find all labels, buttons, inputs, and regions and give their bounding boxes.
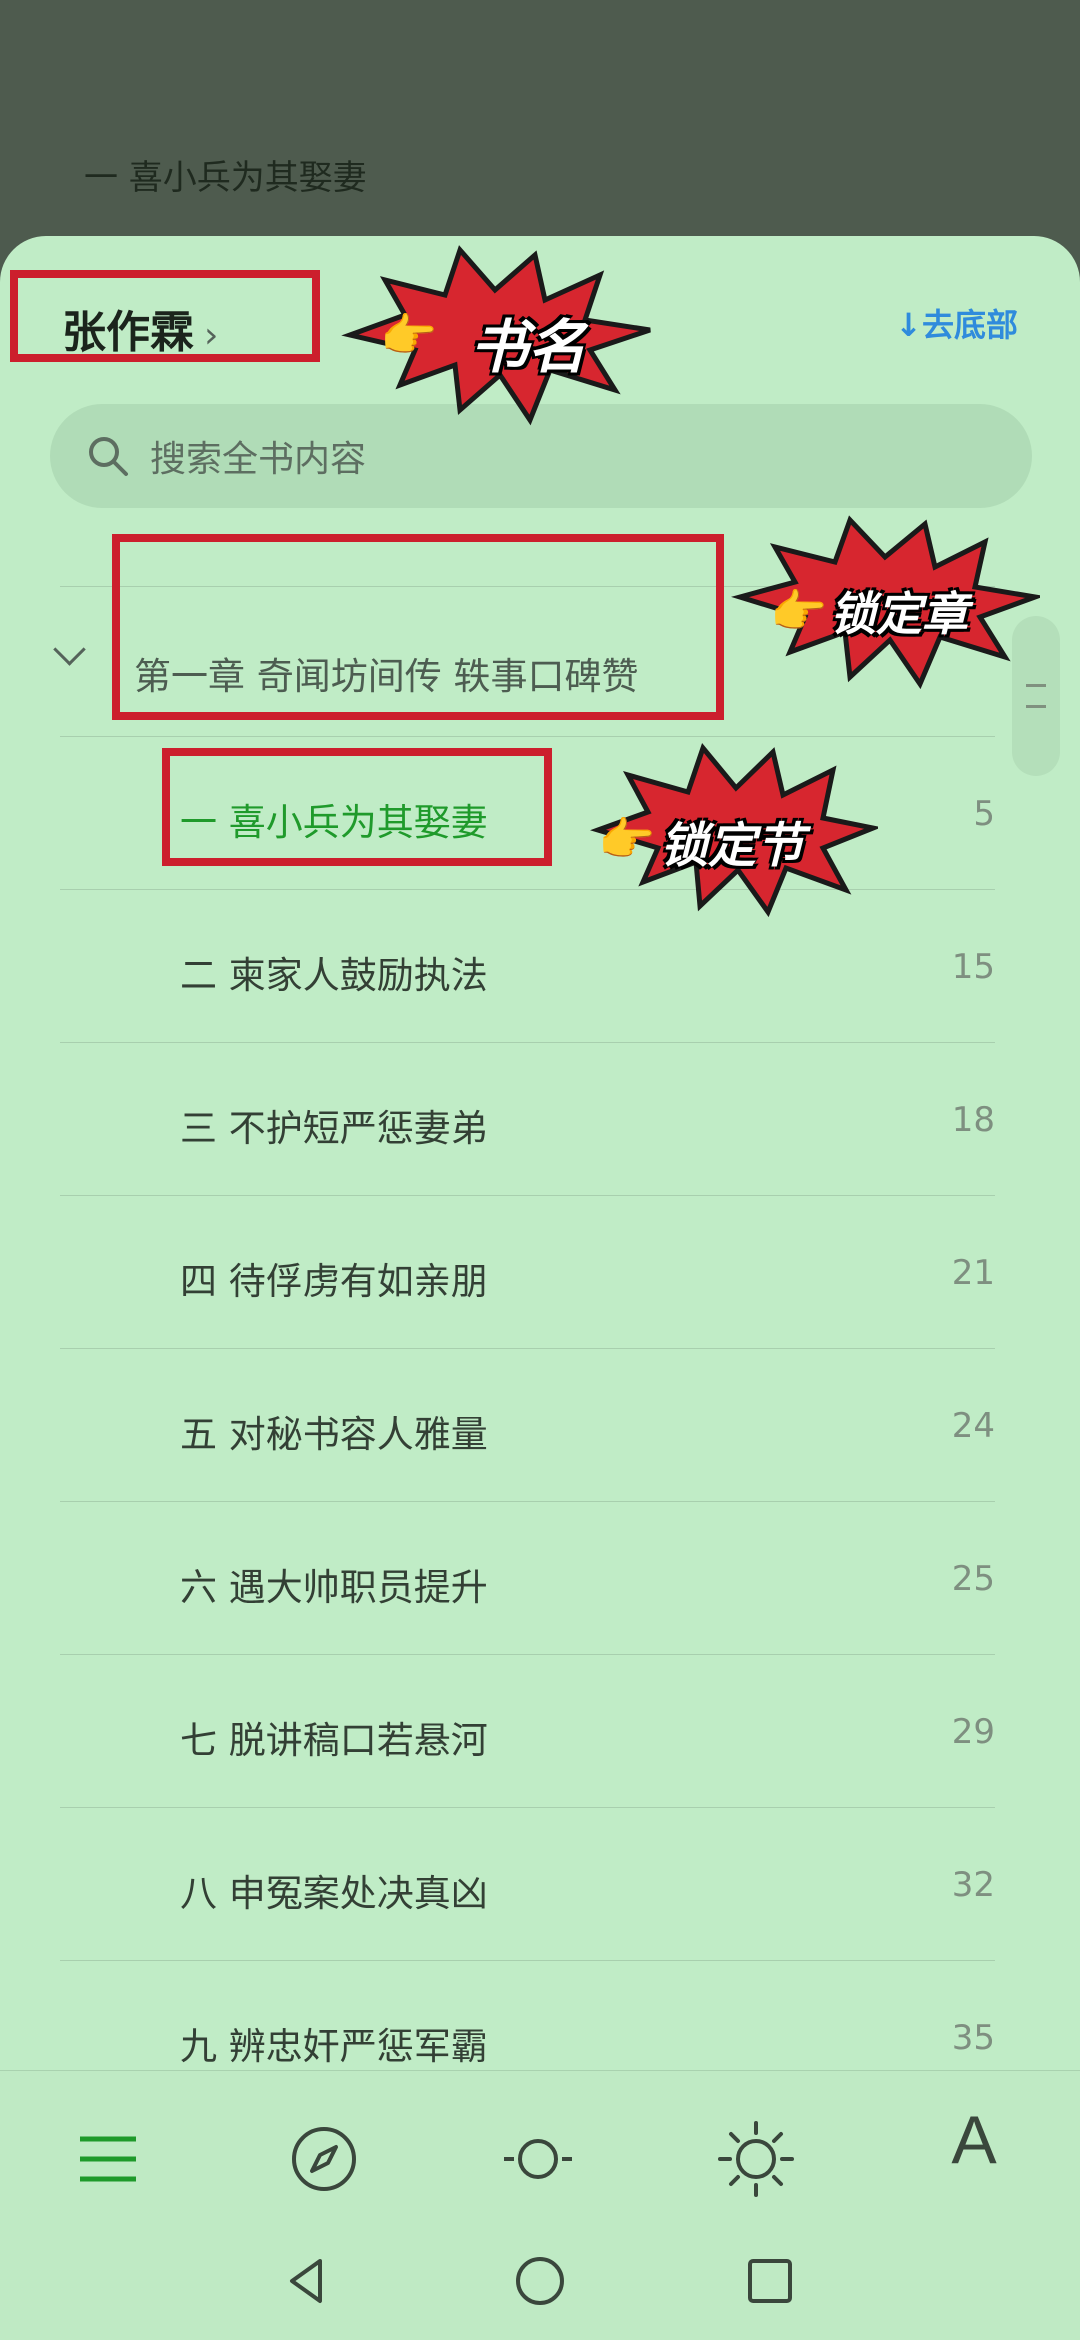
hand-pointer-icon: 👉 <box>770 584 828 638</box>
section-page-number: 18 <box>951 1100 995 1140</box>
section-page-number: 35 <box>951 2018 995 2058</box>
section-title: 四 待俘虏有如亲朋 <box>180 1260 488 1303</box>
annotation-box-section <box>162 748 552 866</box>
compass-icon[interactable] <box>276 2111 372 2207</box>
back-nav-icon[interactable] <box>278 2251 338 2311</box>
section-row[interactable]: 二 柬家人鼓励执法 15 <box>0 889 1080 1042</box>
section-page-number: 32 <box>951 1865 995 1905</box>
annotation-label: 锁定节 <box>660 818 805 874</box>
section-row[interactable]: 六 遇大帅职员提升 25 <box>0 1501 1080 1654</box>
hand-pointer-icon: 👉 <box>380 308 438 362</box>
section-page-number: 5 <box>973 794 995 834</box>
brightness-high-icon[interactable] <box>708 2111 804 2207</box>
section-row[interactable]: 八 申冤案处决真凶 32 <box>0 1807 1080 1960</box>
section-page-number: 25 <box>951 1559 995 1599</box>
font-size-icon[interactable]: A <box>926 2101 1022 2197</box>
hand-pointer-icon: 👉 <box>598 812 656 866</box>
section-row[interactable]: 三 不护短严惩妻弟 18 <box>0 1042 1080 1195</box>
section-page-number: 29 <box>951 1712 995 1752</box>
current-chapter-heading: 一 喜小兵为其娶妻 <box>84 158 367 198</box>
section-title: 九 辨忠奸严惩军霸 <box>180 2025 488 2068</box>
menu-icon[interactable] <box>60 2111 156 2207</box>
recents-nav-icon[interactable] <box>740 2251 800 2311</box>
section-page-number: 15 <box>951 947 995 987</box>
reading-page-background: 一 喜小兵为其娶妻 <box>0 0 1080 240</box>
section-page-number: 24 <box>951 1406 995 1446</box>
section-title: 六 遇大帅职员提升 <box>180 1566 488 1609</box>
annotation-box-chapter <box>112 534 724 720</box>
annotation-label: 书名 <box>470 313 587 381</box>
bottom-toolbar: A <box>0 2070 1080 2340</box>
brightness-low-icon[interactable] <box>490 2111 586 2207</box>
section-title: 五 对秘书容人雅量 <box>180 1413 488 1456</box>
section-title: 二 柬家人鼓励执法 <box>180 954 488 997</box>
annotation-box-book-title <box>10 270 320 362</box>
section-title: 三 不护短严惩妻弟 <box>180 1107 488 1150</box>
section-row[interactable]: 五 对秘书容人雅量 24 <box>0 1348 1080 1501</box>
search-icon <box>89 437 128 476</box>
section-row[interactable]: 七 脱讲稿口若悬河 29 <box>0 1654 1080 1807</box>
section-title: 七 脱讲稿口若悬河 <box>180 1719 488 1762</box>
annotation-label: 锁定章 <box>830 587 968 641</box>
go-to-bottom-button[interactable]: ↓去底部 <box>895 300 1018 346</box>
chevron-down-icon[interactable] <box>53 633 86 666</box>
search-placeholder: 搜索全书内容 <box>150 439 367 480</box>
home-nav-icon[interactable] <box>510 2251 570 2311</box>
section-title: 八 申冤案处决真凶 <box>180 1872 488 1915</box>
section-page-number: 21 <box>951 1253 995 1293</box>
section-row[interactable]: 四 待俘虏有如亲朋 21 <box>0 1195 1080 1348</box>
